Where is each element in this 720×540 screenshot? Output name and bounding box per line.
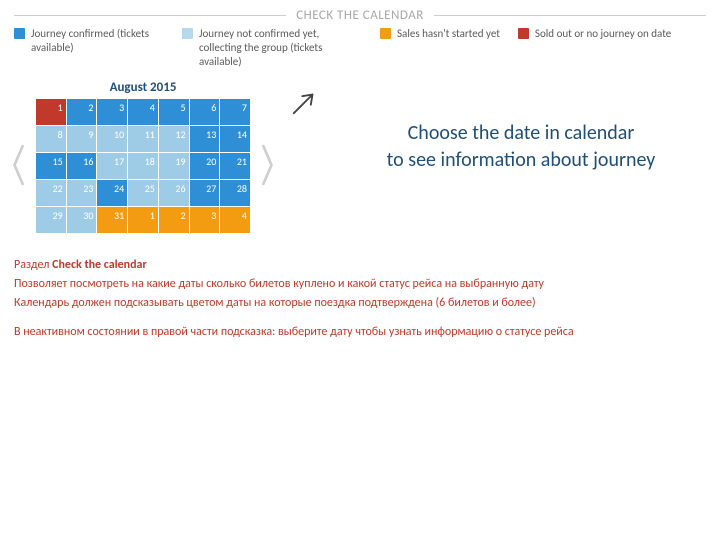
calendar-day[interactable]: 13 — [190, 126, 220, 152]
legend-sales-label: Sales hasn't started yet — [397, 27, 500, 41]
calendar-day[interactable]: 28 — [220, 180, 250, 206]
calendar-day[interactable]: 3 — [190, 207, 220, 233]
spec-notes: Раздел Check the calendar Позволяет посм… — [0, 233, 720, 340]
swatch-soldout-icon — [518, 28, 529, 39]
calendar-day[interactable]: 17 — [97, 153, 127, 179]
calendar-day[interactable]: 8 — [36, 126, 66, 152]
calendar-day[interactable]: 1 — [128, 207, 158, 233]
legend-soldout-label: Sold out or no journey on date — [535, 27, 671, 41]
calendar-day[interactable]: 4 — [128, 99, 158, 125]
note-line-4: В неактивном состоянии в правой части по… — [14, 324, 706, 341]
cursor-hint — [284, 80, 324, 124]
legend-pending: Journey not confirmed yet, collecting th… — [182, 27, 362, 68]
next-month-button[interactable] — [258, 142, 276, 188]
swatch-sales-icon — [380, 28, 391, 39]
info-line1: Choose the date in calendar — [332, 120, 710, 147]
legend-confirmed: Journey confirmed (tickets available) — [14, 27, 164, 55]
legend-soldout: Sold out or no journey on date — [518, 27, 671, 41]
calendar-day[interactable]: 27 — [190, 180, 220, 206]
calendar-day[interactable]: 20 — [190, 153, 220, 179]
calendar-day[interactable]: 1 — [36, 99, 66, 125]
calendar-day[interactable]: 19 — [159, 153, 189, 179]
legend: Journey confirmed (tickets available) Jo… — [0, 25, 720, 80]
calendar-day[interactable]: 12 — [159, 126, 189, 152]
section-title: CHECK THE CALENDAR — [286, 8, 434, 23]
swatch-pending-icon — [182, 28, 193, 39]
info-panel: Choose the date in calendar to see infor… — [332, 80, 710, 174]
swatch-confirmed-icon — [14, 28, 25, 39]
calendar-day[interactable]: 15 — [36, 153, 66, 179]
calendar-day[interactable]: 7 — [220, 99, 250, 125]
calendar-day[interactable]: 18 — [128, 153, 158, 179]
prev-month-button[interactable] — [10, 142, 28, 188]
section-header: CHECK THE CALENDAR — [0, 0, 720, 25]
calendar-day[interactable]: 22 — [36, 180, 66, 206]
calendar-day[interactable]: 29 — [36, 207, 66, 233]
main-row: August 2015 1234567891011121314151617181… — [0, 80, 720, 233]
calendar-day[interactable]: 16 — [67, 153, 97, 179]
calendar-day[interactable]: 25 — [128, 180, 158, 206]
rule-left — [14, 15, 286, 16]
calendar-day[interactable]: 6 — [190, 99, 220, 125]
note-line-1: Раздел Check the calendar — [14, 257, 706, 274]
calendar-day[interactable]: 11 — [128, 126, 158, 152]
calendar-day[interactable]: 3 — [97, 99, 127, 125]
calendar-day[interactable]: 31 — [97, 207, 127, 233]
note-line-2: Позволяет посмотреть на какие даты сколь… — [14, 276, 706, 293]
note-l1-bold: Check the calendar — [52, 258, 147, 272]
calendar-day[interactable]: 5 — [159, 99, 189, 125]
note-l1-prefix: Раздел — [14, 258, 52, 272]
calendar-day[interactable]: 23 — [67, 180, 97, 206]
calendar-grid: 1234567891011121314151617181920212223242… — [36, 99, 250, 233]
legend-pending-label: Journey not confirmed yet, collecting th… — [199, 27, 362, 68]
calendar-day[interactable]: 26 — [159, 180, 189, 206]
note-line-3: Календарь должен подсказывать цветом дат… — [14, 295, 706, 312]
calendar-day[interactable]: 4 — [220, 207, 250, 233]
calendar-day[interactable]: 24 — [97, 180, 127, 206]
calendar-day[interactable]: 2 — [67, 99, 97, 125]
cursor-arrow-icon — [287, 86, 321, 120]
calendar-day[interactable]: 9 — [67, 126, 97, 152]
calendar-day[interactable]: 30 — [67, 207, 97, 233]
calendar-day[interactable]: 2 — [159, 207, 189, 233]
calendar: August 2015 1234567891011121314151617181… — [36, 80, 250, 233]
calendar-title: August 2015 — [36, 80, 250, 95]
calendar-day[interactable]: 14 — [220, 126, 250, 152]
rule-right — [434, 15, 706, 16]
calendar-day[interactable]: 21 — [220, 153, 250, 179]
legend-confirmed-label: Journey confirmed (tickets available) — [31, 27, 164, 55]
legend-sales: Sales hasn't started yet — [380, 27, 500, 41]
calendar-day[interactable]: 10 — [97, 126, 127, 152]
info-line2: to see information about journey — [332, 147, 710, 174]
